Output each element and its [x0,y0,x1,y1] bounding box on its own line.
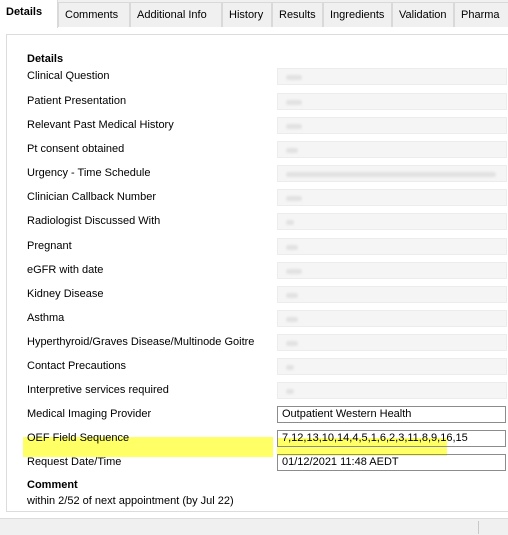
field-label-clinical-question: Clinical Question [27,70,110,82]
tab-bar: Details Comments Additional Info History… [0,0,508,28]
redacted-value [277,358,507,375]
request-datetime-field[interactable]: 01/12/2021 11:48 AEDT [277,454,506,471]
field-label-past-medical-history: Relevant Past Medical History [27,119,174,131]
redacted-value [277,117,507,134]
redacted-value [277,334,507,351]
tab-validation[interactable]: Validation [392,2,454,27]
redacted-value [277,213,507,230]
redacted-value [277,93,507,110]
field-label-pregnant: Pregnant [27,240,72,252]
tab-additional-info[interactable]: Additional Info [130,2,222,27]
redacted-value [277,68,507,85]
redacted-value [277,238,507,255]
field-label-pt-consent: Pt consent obtained [27,143,125,155]
tab-history[interactable]: History [222,2,272,27]
tab-details[interactable]: Details [0,0,58,28]
status-separator [478,521,479,534]
redacted-value [277,286,507,303]
field-label-patient-presentation: Patient Presentation [27,95,127,107]
details-panel: Details Clinical Question Patient Presen… [6,34,508,512]
details-heading: Details [27,53,64,65]
field-label-imaging-provider: Medical Imaging Provider [27,408,152,420]
redacted-value [277,382,507,399]
tab-pharma[interactable]: Pharma [454,2,508,27]
redacted-value [277,141,507,158]
field-label-radiologist: Radiologist Discussed With [27,215,161,227]
field-label-request-datetime: Request Date/Time [27,456,122,468]
status-bar [0,518,508,535]
field-label-urgency: Urgency - Time Schedule [27,167,151,179]
redacted-value [277,310,507,327]
imaging-provider-field[interactable]: Outpatient Western Health [277,406,506,423]
oef-sequence-field[interactable]: 7,12,13,10,14,4,5,1,6,2,3,11,8,9,16,15 [277,430,506,447]
comment-text: within 2/52 of next appointment (by Jul … [27,495,234,507]
field-label-asthma: Asthma [27,312,65,324]
redacted-value [277,262,507,279]
redacted-value [277,165,507,182]
field-label-callback-number: Clinician Callback Number [27,191,156,203]
tab-comments[interactable]: Comments [58,2,130,27]
field-label-contact-precautions: Contact Precautions [27,360,127,372]
tab-results[interactable]: Results [272,2,323,27]
field-label-egfr: eGFR with date [27,264,104,276]
tab-ingredients[interactable]: Ingredients [323,2,392,27]
field-label-oef-sequence: OEF Field Sequence [27,432,130,444]
comment-heading: Comment [27,479,78,491]
field-label-hyperthyroid: Hyperthyroid/Graves Disease/Multinode Go… [27,336,255,348]
field-label-kidney-disease: Kidney Disease [27,288,104,300]
redacted-value [277,189,507,206]
field-label-interpretive-services: Interpretive services required [27,384,169,396]
